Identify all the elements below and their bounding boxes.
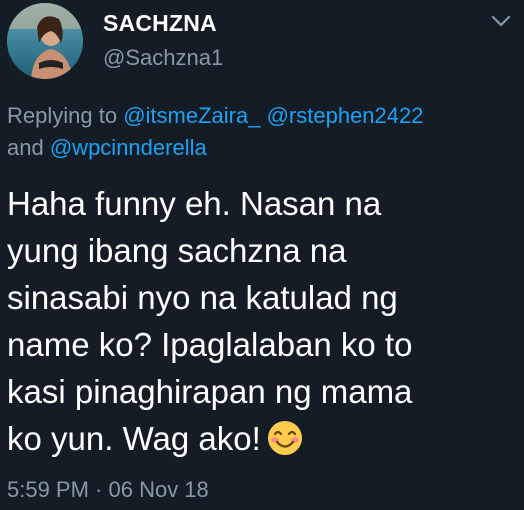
tweet-text-line: ko yun. Wag ako! xyxy=(7,420,261,457)
reply-conjunction: and xyxy=(7,135,44,160)
mention-link[interactable]: @rstephen2422 xyxy=(267,103,424,128)
user-handle[interactable]: @Sachzna1 xyxy=(103,45,223,71)
mention-link[interactable]: @wpcinnderella xyxy=(50,135,207,160)
tweet-text-line: name ko? Ipaglalaban ko to xyxy=(7,326,413,363)
avatar[interactable] xyxy=(7,3,83,79)
tweet: SACHZNA @Sachzna1 Replying to @itsmeZair… xyxy=(0,0,524,510)
tweet-text-line: yung ibang sachzna na xyxy=(7,232,347,269)
mention-link[interactable]: @itsmeZaira_ xyxy=(123,103,260,128)
reply-context: Replying to @itsmeZaira_ @rstephen2422 xyxy=(7,103,423,129)
tweet-text-last-line: ko yun. Wag ako! xyxy=(7,415,517,462)
smiling-face-emoji-icon xyxy=(267,420,303,456)
tweet-text-line: sinasabi nyo na katulad ng xyxy=(7,279,398,316)
timestamp[interactable]: 5:59 PM · 06 Nov 18 xyxy=(7,477,209,503)
tweet-text-line: kasi pinaghirapan ng mama xyxy=(7,373,413,410)
tweet-text-line: Haha funny eh. Nasan na xyxy=(7,185,382,222)
chevron-down-icon[interactable] xyxy=(490,14,512,28)
avatar-image xyxy=(7,3,83,79)
display-name[interactable]: SACHZNA xyxy=(103,10,217,37)
reply-prefix: Replying to xyxy=(7,103,118,128)
tweet-text: Haha funny eh. Nasan na yung ibang sachz… xyxy=(7,180,517,462)
reply-context-continued: and @wpcinnderella xyxy=(7,135,207,161)
